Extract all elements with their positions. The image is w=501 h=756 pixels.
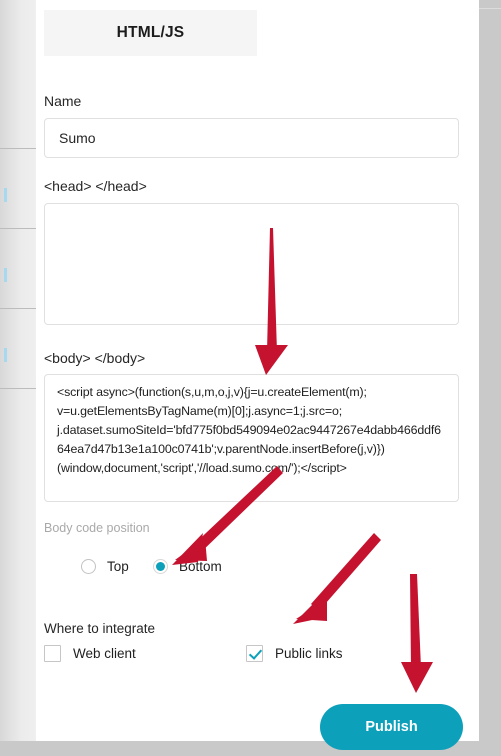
checkbox-web-client[interactable]: Web client bbox=[44, 645, 136, 662]
integration-settings-panel: HTML/JS Name <head> </head> <body> </bod… bbox=[36, 0, 479, 750]
head-code-textarea[interactable] bbox=[44, 203, 459, 325]
background-row bbox=[0, 389, 36, 741]
body-code-textarea[interactable]: <script async>(function(s,u,m,o,j,v){j=u… bbox=[44, 374, 459, 502]
radio-body-position-bottom[interactable]: Bottom bbox=[153, 559, 222, 574]
radio-indicator-top bbox=[81, 559, 96, 574]
checkbox-label-web-client: Web client bbox=[73, 646, 136, 661]
radio-body-position-top[interactable]: Top bbox=[81, 559, 129, 574]
head-code-label: <head> </head> bbox=[44, 178, 147, 194]
publish-button[interactable]: Publish bbox=[320, 704, 463, 750]
where-to-integrate-label: Where to integrate bbox=[44, 621, 156, 636]
radio-label-top: Top bbox=[107, 559, 129, 574]
background-row bbox=[0, 0, 36, 148]
body-code-label: <body> </body> bbox=[44, 350, 146, 366]
checkbox-public-links[interactable]: Public links bbox=[246, 645, 343, 662]
checkbox-indicator-public-links bbox=[246, 645, 263, 662]
radio-label-bottom: Bottom bbox=[179, 559, 222, 574]
background-divider bbox=[0, 308, 36, 309]
name-input[interactable] bbox=[44, 118, 459, 158]
body-code-position-label: Body code position bbox=[44, 521, 150, 535]
name-field-label: Name bbox=[44, 93, 82, 109]
radio-indicator-bottom bbox=[153, 559, 168, 574]
background-divider bbox=[0, 228, 36, 229]
background-divider bbox=[0, 148, 36, 149]
background-accent-mark bbox=[4, 268, 7, 282]
tab-html-js[interactable]: HTML/JS bbox=[44, 10, 257, 56]
background-accent-mark bbox=[4, 348, 7, 362]
checkbox-indicator-web-client bbox=[44, 645, 61, 662]
background-divider bbox=[0, 388, 36, 389]
checkbox-label-public-links: Public links bbox=[275, 646, 343, 661]
background-accent-mark bbox=[4, 188, 7, 202]
